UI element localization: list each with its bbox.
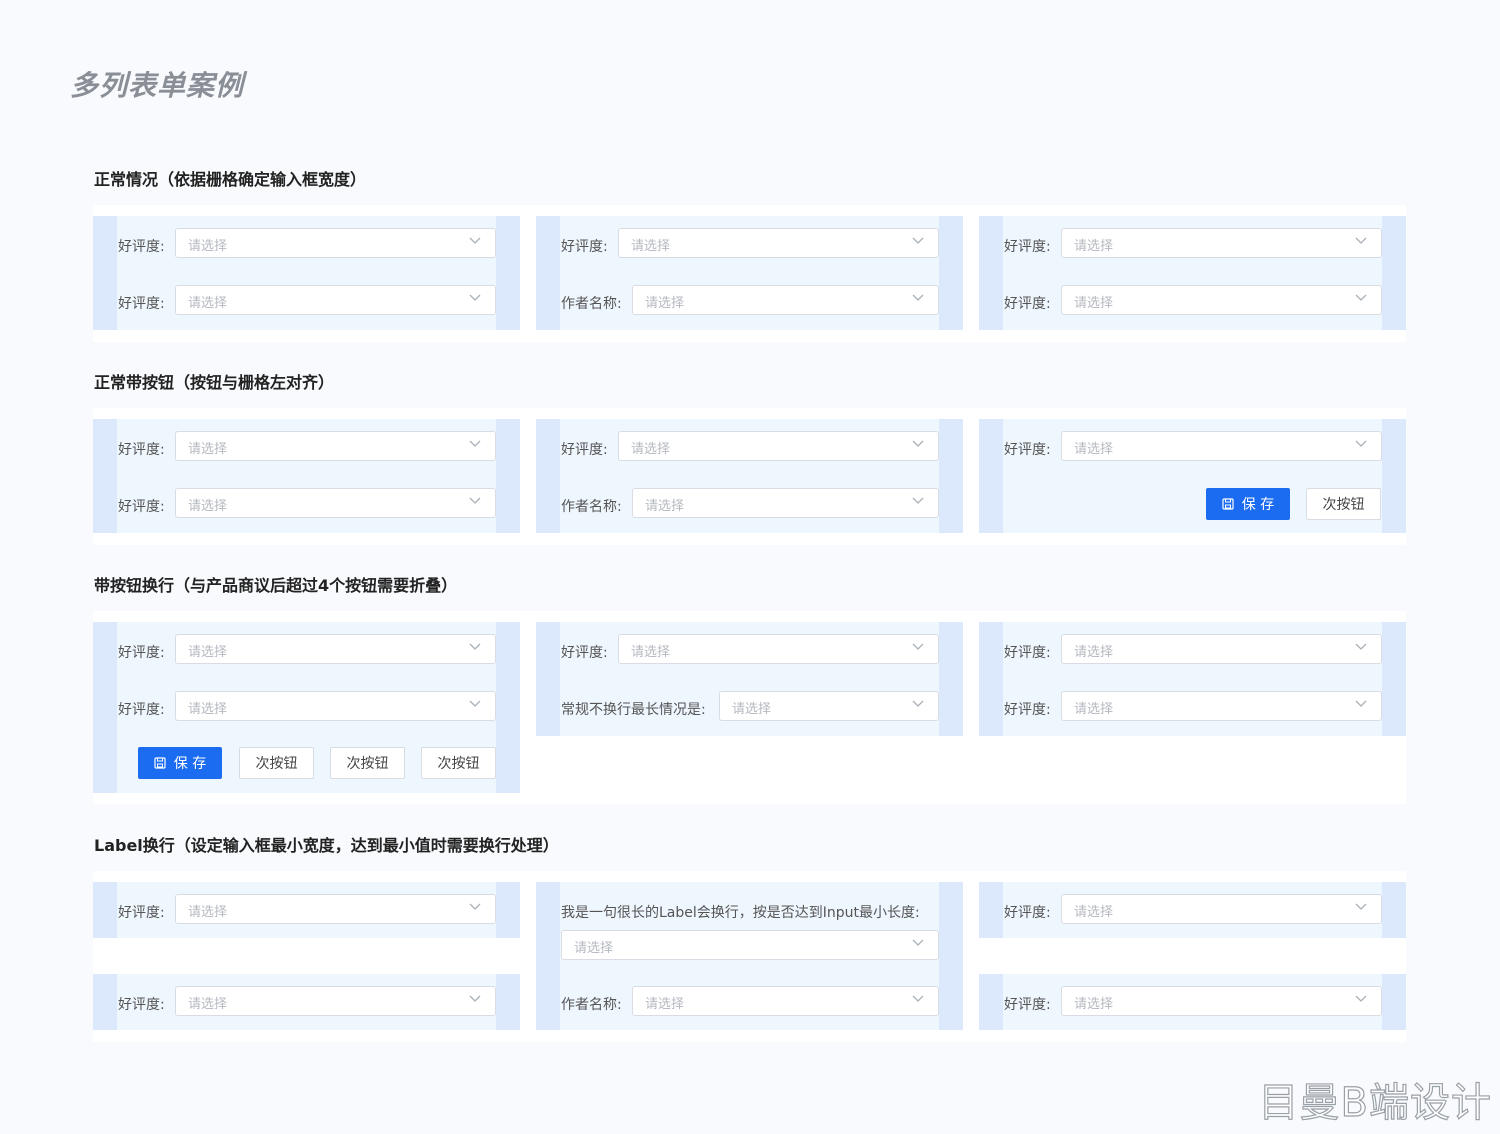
chevron-down-icon <box>1355 237 1367 244</box>
chevron-down-icon <box>912 995 924 1002</box>
select-input[interactable]: 请选择 <box>175 285 496 315</box>
field-label: 好评度: <box>118 499 165 515</box>
field-label: 好评度: <box>118 239 165 255</box>
chevron-down-icon <box>469 995 481 1002</box>
save-icon <box>1222 498 1234 510</box>
select-input[interactable]: 请选择 <box>561 930 939 960</box>
section-title: 正常情况（依据栅格确定输入框宽度） <box>94 170 367 189</box>
chevron-down-icon <box>1355 643 1367 650</box>
form-column: 好评度: 请选择 <box>93 882 520 938</box>
select-input[interactable]: 请选择 <box>632 986 939 1016</box>
secondary-button[interactable]: 次按钮 <box>421 747 496 779</box>
form-column: 好评度: 请选择 常规不换行最长情况是: 请选择 <box>536 622 963 736</box>
select-input[interactable]: 请选择 <box>1061 285 1382 315</box>
select-input[interactable]: 请选择 <box>175 488 496 518</box>
form-column: 好评度: 请选择 好评度: 请选择 <box>93 419 520 533</box>
form-column: 好评度: 请选择 <box>979 882 1406 938</box>
select-input[interactable]: 请选择 <box>632 488 939 518</box>
field-label: 作者名称: <box>561 997 622 1013</box>
chevron-down-icon <box>1355 995 1367 1002</box>
chevron-down-icon <box>1355 294 1367 301</box>
field-label: 好评度: <box>118 645 165 661</box>
field-label: 好评度: <box>118 442 165 458</box>
save-button[interactable]: 保 存 <box>1206 488 1290 520</box>
form-column: 好评度: 请选择 保 存 次按钮 <box>979 419 1406 533</box>
field-label: 好评度: <box>118 905 165 921</box>
chevron-down-icon <box>912 294 924 301</box>
select-input[interactable]: 请选择 <box>618 634 939 664</box>
select-input[interactable]: 请选择 <box>1061 634 1382 664</box>
select-input[interactable]: 请选择 <box>1061 986 1382 1016</box>
select-input[interactable]: 请选择 <box>618 431 939 461</box>
save-button[interactable]: 保 存 <box>138 747 222 779</box>
form-column: 好评度: 请选择 <box>93 974 520 1030</box>
form-column: 好评度: 请选择 作者名称: 请选择 <box>536 216 963 330</box>
select-input[interactable]: 请选择 <box>175 691 496 721</box>
form-column: 好评度: 请选择 作者名称: 请选择 <box>536 419 963 533</box>
field-label: 好评度: <box>118 296 165 312</box>
section-title: 正常带按钮（按钮与栅格左对齐） <box>94 373 335 392</box>
select-input[interactable]: 请选择 <box>175 634 496 664</box>
field-label: 好评度: <box>1004 239 1051 255</box>
field-label: 好评度: <box>561 645 608 661</box>
save-icon <box>154 757 166 769</box>
chevron-down-icon <box>912 939 924 946</box>
field-label: 好评度: <box>1004 442 1051 458</box>
field-label: 好评度: <box>1004 645 1051 661</box>
select-input[interactable]: 请选择 <box>1061 228 1382 258</box>
watermark: 目曼B端设计 <box>1258 1079 1492 1126</box>
field-label: 好评度: <box>118 702 165 718</box>
chevron-down-icon <box>469 643 481 650</box>
field-label: 好评度: <box>1004 296 1051 312</box>
form-column: 好评度: 请选择 <box>979 974 1406 1030</box>
field-label: 好评度: <box>1004 702 1051 718</box>
field-label: 好评度: <box>1004 905 1051 921</box>
chevron-down-icon <box>1355 903 1367 910</box>
chevron-down-icon <box>1355 440 1367 447</box>
save-button-label: 保 存 <box>173 756 207 772</box>
chevron-down-icon <box>469 294 481 301</box>
section-title: Label换行（设定输入框最小宽度，达到最小值时需要换行处理） <box>94 836 559 855</box>
form-column: 好评度: 请选择 好评度: 请选择 <box>979 216 1406 330</box>
select-input[interactable]: 请选择 <box>719 691 939 721</box>
select-input[interactable]: 请选择 <box>1061 431 1382 461</box>
select-input[interactable]: 请选择 <box>175 228 496 258</box>
chevron-down-icon <box>912 700 924 707</box>
select-input[interactable]: 请选择 <box>175 894 496 924</box>
select-input[interactable]: 请选择 <box>1061 894 1382 924</box>
field-label: 作者名称: <box>561 296 622 312</box>
secondary-button[interactable]: 次按钮 <box>1306 488 1381 520</box>
form-column: 我是一句很长的Label会换行，按是否达到Input最小长度: 请选择 作者名称… <box>536 882 963 1030</box>
form-column: 好评度: 请选择 好评度: 请选择 <box>93 216 520 330</box>
chevron-down-icon <box>469 903 481 910</box>
chevron-down-icon <box>912 643 924 650</box>
chevron-down-icon <box>1355 700 1367 707</box>
section-title: 带按钮换行（与产品商议后超过4个按钮需要折叠） <box>94 576 458 595</box>
secondary-button[interactable]: 次按钮 <box>330 747 405 779</box>
field-label: 好评度: <box>561 442 608 458</box>
field-label: 常规不换行最长情况是: <box>561 702 706 718</box>
select-input[interactable]: 请选择 <box>175 986 496 1016</box>
chevron-down-icon <box>912 237 924 244</box>
select-input[interactable]: 请选择 <box>632 285 939 315</box>
page-title: 多列表单案例 <box>70 69 245 102</box>
chevron-down-icon <box>469 440 481 447</box>
select-input[interactable]: 请选择 <box>618 228 939 258</box>
chevron-down-icon <box>469 700 481 707</box>
field-label: 好评度: <box>118 997 165 1013</box>
field-label: 好评度: <box>1004 997 1051 1013</box>
chevron-down-icon <box>469 237 481 244</box>
select-input[interactable]: 请选择 <box>1061 691 1382 721</box>
save-button-label: 保 存 <box>1241 497 1275 513</box>
form-column: 好评度: 请选择 好评度: 请选择 <box>979 622 1406 736</box>
chevron-down-icon <box>912 497 924 504</box>
form-column: 好评度: 请选择 好评度: 请选择 保 存 次按钮 次按钮 次按钮 <box>93 622 520 793</box>
chevron-down-icon <box>469 497 481 504</box>
secondary-button[interactable]: 次按钮 <box>239 747 314 779</box>
field-label: 我是一句很长的Label会换行，按是否达到Input最小长度: <box>561 905 920 921</box>
select-input[interactable]: 请选择 <box>175 431 496 461</box>
chevron-down-icon <box>912 440 924 447</box>
field-label: 作者名称: <box>561 499 622 515</box>
field-label: 好评度: <box>561 239 608 255</box>
